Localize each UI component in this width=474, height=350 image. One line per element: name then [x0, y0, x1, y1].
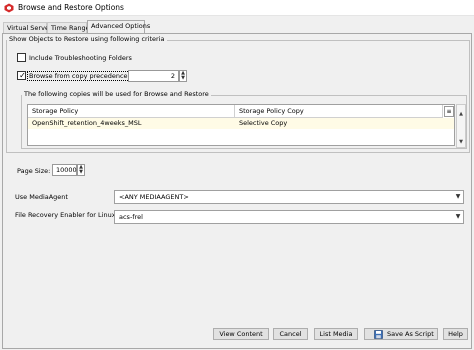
- page-size-spinner[interactable]: ▲ ▼: [77, 164, 85, 176]
- spin-down-icon[interactable]: ▼: [78, 170, 84, 175]
- tab-virtual-server[interactable]: Virtual Server: [3, 22, 52, 33]
- column-header-storage-policy-copy[interactable]: Storage Policy Copy: [235, 105, 443, 118]
- media-agent-label: Use MediaAgent: [15, 193, 68, 201]
- checkmark-icon: ✓: [19, 71, 26, 80]
- help-button[interactable]: Help: [443, 328, 468, 340]
- page-size-input[interactable]: 10000: [52, 164, 77, 176]
- column-header-storage-policy[interactable]: Storage Policy: [28, 105, 235, 118]
- media-agent-value: <ANY MEDIAAGENT>: [119, 193, 189, 201]
- chevron-down-icon[interactable]: ▼: [453, 191, 463, 203]
- browse-from-copy-label: Browse from copy precedence:: [27, 71, 132, 81]
- copies-table: Storage Policy Storage Policy Copy ≡ Ope…: [27, 104, 455, 146]
- window-title: Browse and Restore Options: [18, 3, 124, 12]
- table-row[interactable]: OpenShift_retention_4weeks_MSL Selective…: [28, 118, 454, 129]
- file-recovery-select[interactable]: acs-frel ▼: [114, 210, 464, 224]
- view-content-button[interactable]: View Content: [213, 328, 269, 340]
- tab-time-range[interactable]: Time Range: [47, 22, 90, 33]
- table-cell-copy: Selective Copy: [239, 119, 288, 127]
- save-as-script-label: Save As Script: [387, 330, 434, 338]
- list-media-button[interactable]: List Media: [314, 328, 358, 340]
- commvault-app-icon: [4, 3, 14, 13]
- copies-legend: The following copies will be used for Br…: [22, 90, 211, 98]
- show-objects-legend: Show Objects to Restore using following …: [7, 35, 167, 43]
- include-troubleshooting-checkbox[interactable]: [17, 53, 26, 62]
- include-troubleshooting-label: Include Troubleshooting Folders: [29, 54, 132, 62]
- file-recovery-label: File Recovery Enabler for Linux:: [15, 211, 118, 219]
- media-agent-select[interactable]: <ANY MEDIAAGENT> ▼: [114, 190, 464, 204]
- cancel-button[interactable]: Cancel: [273, 328, 308, 340]
- copy-precedence-spinner[interactable]: ▲ ▼: [179, 70, 187, 82]
- tab-advanced-options[interactable]: Advanced Options: [87, 20, 150, 34]
- copy-precedence-input[interactable]: 2: [128, 70, 179, 82]
- table-scrollbar[interactable]: ▲ ▼: [456, 104, 466, 148]
- scroll-down-icon[interactable]: ▼: [457, 138, 465, 146]
- table-cell-policy: OpenShift_retention_4weeks_MSL: [32, 119, 142, 127]
- column-chooser-icon[interactable]: ≡: [444, 106, 454, 117]
- spin-down-icon[interactable]: ▼: [180, 76, 186, 81]
- page-size-label: Page Size:: [17, 167, 51, 175]
- browse-from-copy-checkbox[interactable]: ✓: [17, 71, 26, 80]
- save-icon: [374, 330, 383, 339]
- scroll-up-icon[interactable]: ▲: [457, 110, 465, 118]
- file-recovery-value: acs-frel: [119, 213, 143, 221]
- save-as-script-button[interactable]: Save As Script: [364, 328, 438, 340]
- chevron-down-icon[interactable]: ▼: [453, 211, 463, 223]
